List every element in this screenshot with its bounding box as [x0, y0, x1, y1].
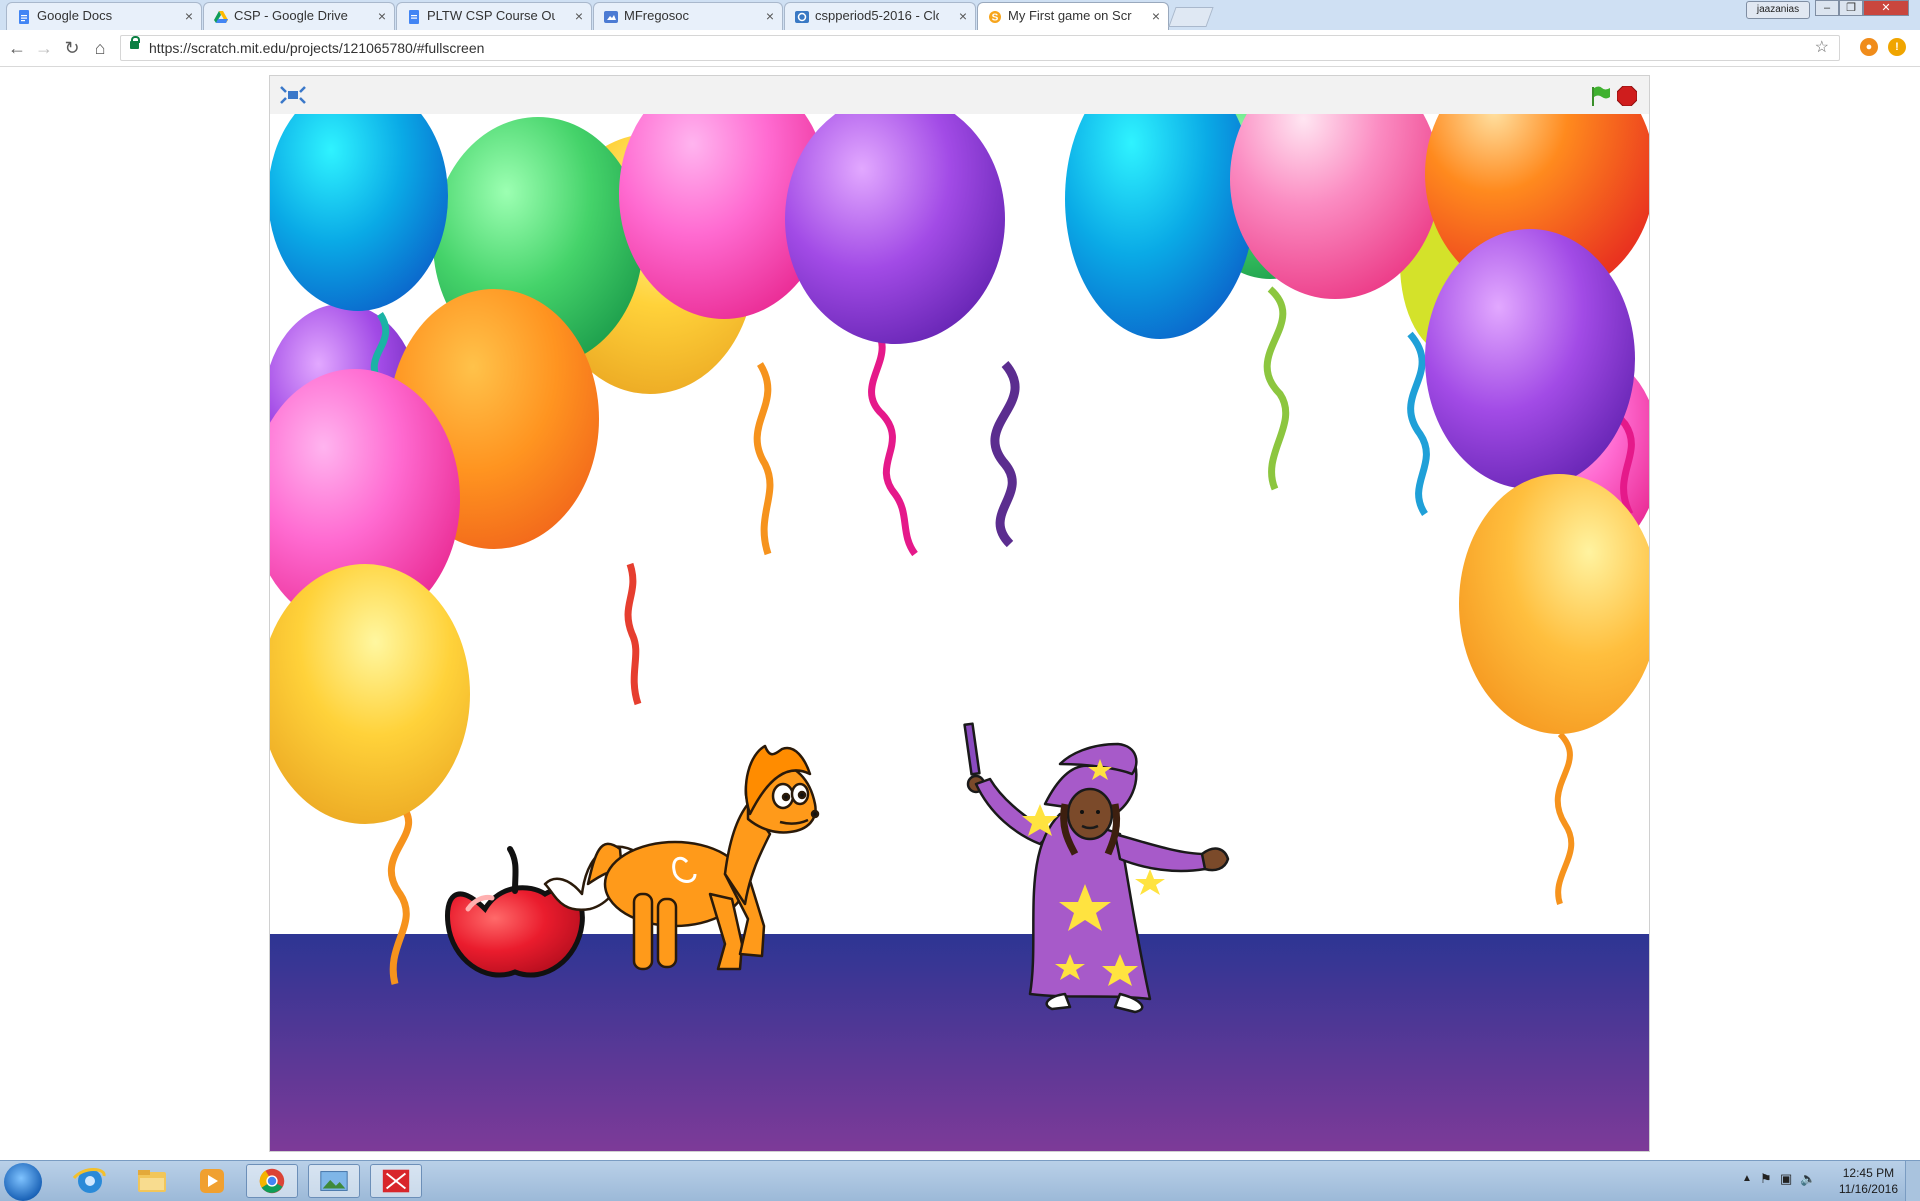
url-text[interactable]: https://scratch.mit.edu/projects/1210657… [149, 36, 484, 60]
tab-google-docs[interactable]: Google Docs × [6, 2, 202, 30]
tab-google-drive[interactable]: CSP - Google Drive × [203, 2, 395, 30]
home-icon[interactable]: ⌂ [88, 36, 112, 60]
docs-icon [409, 10, 419, 24]
ribbon [867, 321, 918, 557]
cookie-extension-icon[interactable]: ● [1860, 38, 1878, 56]
balloon [1425, 229, 1635, 489]
media-player-icon[interactable] [186, 1164, 238, 1198]
tab-mfregosoc[interactable]: MFregosoc × [593, 2, 783, 30]
scratch-icon: S [989, 11, 1001, 24]
svg-text:S: S [992, 13, 999, 24]
action-center-flag-icon[interactable]: ⚑ [1760, 1171, 1772, 1187]
tab-title: Google Docs [37, 8, 113, 23]
close-icon[interactable]: × [1152, 3, 1160, 29]
clock-time: 12:45 PM [1842, 1166, 1895, 1180]
windows-taskbar: ▲ ⚑ ▣ 🔈 12:45 PM 11/16/2016 [0, 1160, 1920, 1201]
close-icon[interactable]: × [959, 3, 967, 29]
ribbon [1554, 731, 1575, 905]
tab-title: MFregosoc [624, 8, 690, 23]
balloon [1459, 474, 1649, 734]
balloon [270, 114, 448, 311]
tray-expand-icon[interactable]: ▲ [1742, 1173, 1752, 1184]
scratch-player [269, 75, 1650, 1152]
ribbon [1407, 331, 1430, 516]
reload-icon[interactable]: ↻ [60, 36, 84, 60]
sites-icon [604, 11, 618, 23]
show-desktop-button[interactable] [1905, 1161, 1920, 1201]
address-bar[interactable]: https://scratch.mit.edu/projects/1210657… [120, 35, 1840, 61]
tab-title: My First game on Scratc [1008, 8, 1132, 23]
lock-icon [130, 36, 140, 49]
balloon [270, 564, 470, 824]
tab-title: PLTW CSP Course Outlin [427, 8, 555, 23]
clock[interactable]: 12:45 PM 11/16/2016 [1839, 1165, 1898, 1197]
volume-icon[interactable]: 🔈 [1800, 1171, 1816, 1187]
address-toolbar: ← → ↻ ⌂ https://scratch.mit.edu/projects… [0, 30, 1920, 67]
ribbon [753, 362, 774, 556]
alert-extension-icon[interactable]: ! [1888, 38, 1906, 56]
tab-strip: Google Docs × CSP - Google Drive × PLTW … [0, 0, 1920, 31]
fullscreen-exit-icon[interactable] [280, 86, 306, 104]
new-tab-button[interactable] [1168, 7, 1214, 27]
photo-viewer-icon[interactable] [308, 1164, 360, 1198]
clock-date: 11/16/2016 [1838, 1182, 1898, 1196]
close-icon[interactable]: × [378, 3, 386, 29]
balloon-backdrop [270, 114, 1649, 985]
scratch-offline-icon[interactable] [370, 1164, 422, 1198]
stage-canvas[interactable] [270, 114, 1649, 1151]
restore-button[interactable]: ❐ [1839, 0, 1863, 16]
ribbon [1263, 286, 1290, 491]
internet-explorer-icon[interactable] [64, 1164, 116, 1198]
chrome-icon[interactable] [246, 1164, 298, 1198]
green-flag-icon[interactable] [1588, 84, 1612, 108]
tab-course-outline[interactable]: PLTW CSP Course Outlin × [396, 2, 592, 30]
forward-arrow-icon[interactable]: → [32, 36, 56, 60]
player-controls-bar [270, 76, 1649, 114]
drive-icon [214, 11, 228, 23]
balloon [785, 114, 1005, 344]
close-icon[interactable]: × [575, 3, 583, 29]
docs-icon [19, 10, 29, 24]
tab-title: cspperiod5-2016 - Cloud [815, 8, 939, 23]
ribbon [990, 361, 1020, 548]
minimize-button[interactable]: ‒ [1815, 0, 1839, 16]
network-icon[interactable]: ▣ [1780, 1171, 1792, 1187]
close-icon[interactable]: × [185, 3, 193, 29]
cloud9-icon [795, 11, 809, 23]
stop-icon[interactable] [1617, 86, 1637, 106]
ribbon [624, 562, 642, 706]
apple-sprite[interactable] [444, 846, 585, 978]
tab-title: CSP - Google Drive [234, 8, 348, 23]
tab-scratch-game[interactable]: S My First game on Scratc × [977, 2, 1169, 31]
tab-cloud9[interactable]: cspperiod5-2016 - Cloud × [784, 2, 976, 30]
balloon [1065, 114, 1255, 339]
close-icon[interactable]: × [766, 3, 774, 29]
bookmark-star-icon[interactable]: ☆ [1815, 36, 1829, 60]
start-button[interactable] [4, 1163, 42, 1201]
system-tray: ▲ ⚑ ▣ 🔈 12:45 PM 11/16/2016 [1720, 1161, 1920, 1201]
close-window-button[interactable]: ✕ [1863, 0, 1909, 16]
file-explorer-icon[interactable] [126, 1164, 178, 1198]
back-arrow-icon[interactable]: ← [5, 36, 29, 60]
profile-badge[interactable]: jaazanias [1746, 1, 1810, 19]
